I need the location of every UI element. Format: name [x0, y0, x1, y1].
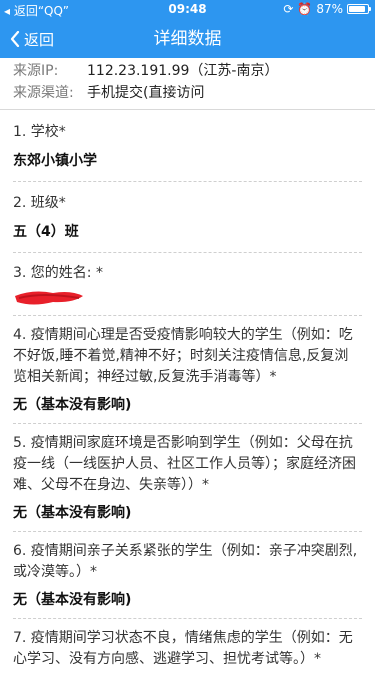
- redaction-scribble: [15, 291, 83, 305]
- question-answer: 无（基本没有影响): [13, 505, 132, 521]
- chevron-left-icon: [10, 31, 20, 47]
- source-ip-label: 来源IP:: [13, 63, 59, 79]
- nav-bar: 返回 详细数据: [0, 20, 375, 58]
- question-title: 4. 疫情期间心理是否受疫情影响较大的学生（例如：吃不好饭,睡不着觉,精神不好；…: [13, 327, 353, 385]
- question-item: 6. 疫情期间亲子关系紧张的学生（例如：亲子冲突剧烈,或冷漠等。）* 无（基本没…: [13, 532, 362, 619]
- question-item: 5. 疫情期间家庭环境是否影响到学生（例如：父母在抗疫一线（一线医护人员、社区工…: [13, 424, 362, 532]
- alarm-icon: ⏰: [297, 2, 313, 16]
- question-item: 4. 疫情期间心理是否受疫情影响较大的学生（例如：吃不好饭,睡不着觉,精神不好；…: [13, 316, 362, 424]
- question-item: 7. 疫情期间学习状态不良，情绪焦虑的学生（例如：无心学习、没有方向感、逃避学习…: [13, 619, 362, 678]
- question-answer: 东郊小镇小学: [13, 153, 97, 169]
- source-ip-row: 来源IP: 112.23.191.99（江苏-南京）: [13, 60, 362, 82]
- question-answer: 无（基本没有影响): [13, 592, 132, 608]
- detail-content: 来源IP: 112.23.191.99（江苏-南京） 来源渠道: 手机提交(直接…: [0, 58, 375, 678]
- source-channel-label: 来源渠道:: [13, 85, 74, 101]
- battery-icon: [347, 4, 371, 14]
- question-title: 2. 班级*: [13, 195, 66, 211]
- question-item: 2. 班级* 五（4）班: [13, 182, 362, 253]
- question-title: 3. 您的姓名: *: [13, 265, 103, 281]
- question-title: 7. 疫情期间学习状态不良，情绪焦虑的学生（例如：无心学习、没有方向感、逃避学习…: [13, 630, 353, 667]
- source-channel-value: 手机提交(直接访问: [87, 85, 205, 101]
- page-title: 详细数据: [153, 29, 222, 49]
- question-title: 5. 疫情期间家庭环境是否影响到学生（例如：父母在抗疫一线（一线医护人员、社区工…: [13, 435, 356, 493]
- question-item: 1. 学校* 东郊小镇小学: [13, 110, 362, 182]
- back-button[interactable]: 返回: [10, 20, 54, 58]
- question-answer: 无（基本没有影响): [13, 397, 132, 413]
- status-icons: ⟳ ⏰ 87%: [283, 2, 371, 16]
- battery-fill: [349, 6, 365, 12]
- back-label: 返回: [24, 30, 55, 49]
- source-channel-row: 来源渠道: 手机提交(直接访问: [13, 82, 362, 104]
- question-title: 1. 学校*: [13, 124, 66, 140]
- rotation-lock-icon: ⟳: [283, 2, 294, 16]
- question-item: 3. 您的姓名: *: [13, 253, 362, 316]
- question-title: 6. 疫情期间亲子关系紧张的学生（例如：亲子冲突剧烈,或冷漠等。）*: [13, 543, 358, 580]
- source-info: 来源IP: 112.23.191.99（江苏-南京） 来源渠道: 手机提交(直接…: [0, 58, 375, 104]
- source-ip-value: 112.23.191.99（江苏-南京）: [87, 63, 279, 79]
- status-bar: ◂ 返回“QQ” 09:48 ⟳ ⏰ 87%: [0, 0, 375, 20]
- question-answer: 五（4）班: [13, 224, 79, 240]
- battery-percent: 87%: [316, 2, 343, 16]
